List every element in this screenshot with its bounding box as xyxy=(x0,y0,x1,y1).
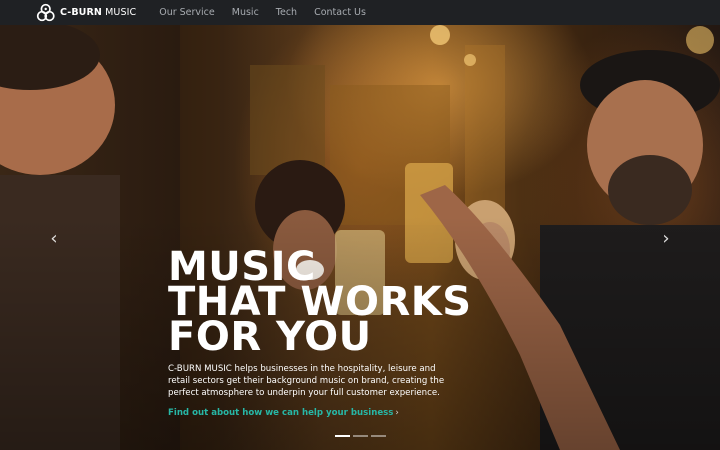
carousel-indicator-2[interactable] xyxy=(353,435,368,437)
hero-headline-line-3: FOR YOU xyxy=(168,314,372,360)
top-navbar: C-BURN MUSIC Our Service Music Tech Cont… xyxy=(0,0,720,25)
nav-link-music[interactable]: Music xyxy=(232,7,259,18)
carousel-indicator-1[interactable] xyxy=(335,435,350,437)
carousel-indicators xyxy=(335,435,389,437)
chevron-right-icon: › xyxy=(395,408,399,418)
hero-cta-label: Find out about how we can help your busi… xyxy=(168,408,394,418)
nav-link-contact-us[interactable]: Contact Us xyxy=(314,7,366,18)
hero-caption: MUSIC THAT WORKS FOR YOU C-BURN MUSIC he… xyxy=(168,247,498,419)
brand-name: C-BURN MUSIC xyxy=(60,7,136,18)
hero-cta-link[interactable]: Find out about how we can help your busi… xyxy=(168,408,399,418)
brand[interactable]: C-BURN MUSIC xyxy=(36,3,136,23)
carousel-next-button[interactable]: › xyxy=(657,228,675,250)
chevron-right-icon: › xyxy=(662,228,670,249)
nav-link-tech[interactable]: Tech xyxy=(276,7,297,18)
carousel-prev-button[interactable]: ‹ xyxy=(45,228,63,250)
brand-name-rest: MUSIC xyxy=(101,7,137,18)
chevron-left-icon: ‹ xyxy=(50,228,58,249)
carousel-indicator-3[interactable] xyxy=(371,435,386,437)
nav-link-our-service[interactable]: Our Service xyxy=(159,7,215,18)
brand-name-bold: C-BURN xyxy=(60,7,102,18)
hero-headline: MUSIC THAT WORKS FOR YOU xyxy=(168,247,498,360)
hero-description: C-BURN MUSIC helps businesses in the hos… xyxy=(168,364,445,398)
c-burn-logo-icon xyxy=(36,3,55,21)
hero-carousel: ‹ › MUSIC THAT WORKS FOR YOU C-BURN MUSI… xyxy=(0,25,720,450)
nav-links: Our Service Music Tech Contact Us xyxy=(159,7,383,18)
